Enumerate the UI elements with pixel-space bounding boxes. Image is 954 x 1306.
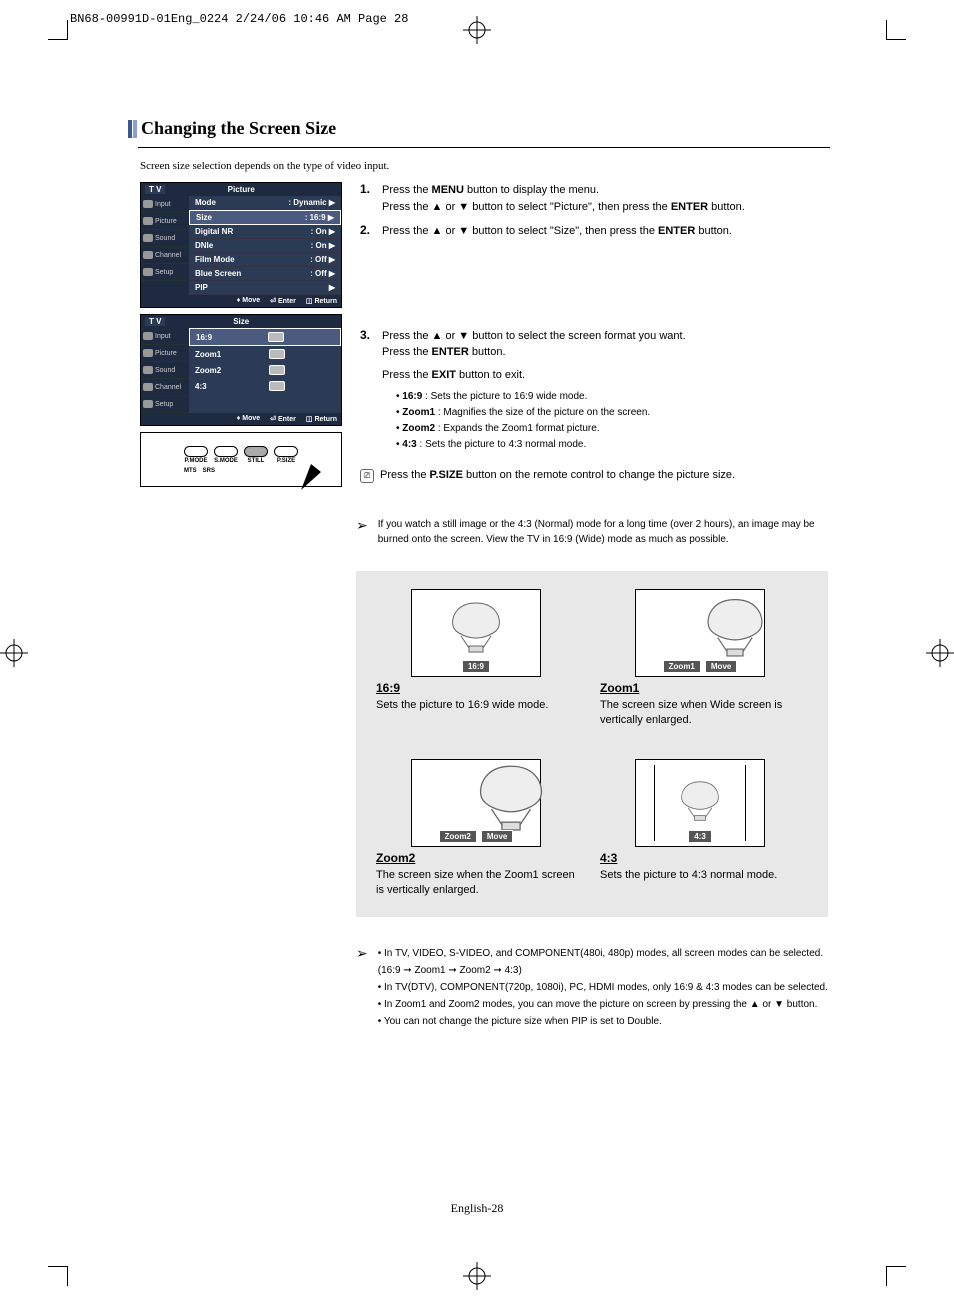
mode-zoom1: Zoom1Move Zoom1 The screen size when Wid…	[600, 589, 800, 729]
note-item: You can not change the picture size when…	[378, 1013, 828, 1030]
balloon-illustration	[695, 594, 776, 657]
mode-examples-box: 16:9 16:9 Sets the picture to 16:9 wide …	[356, 571, 828, 917]
registration-mark	[926, 639, 954, 667]
osd-tv-label: T V	[145, 185, 165, 194]
osd-sidebar: Input Picture Sound Channel Setup	[141, 196, 189, 295]
step-2: 2. Press the ▲ or ▼ button to select "Si…	[360, 223, 828, 240]
osd-sidebar: Input Picture Sound Channel Setup	[141, 328, 189, 413]
mode-zoom2: Zoom2Move Zoom2 The screen size when the…	[376, 759, 576, 899]
registration-mark	[463, 1262, 491, 1290]
bottom-notes: ➢ In TV, VIDEO, S-VIDEO, and COMPONENT(4…	[356, 945, 828, 1030]
page-footer: English-28	[0, 1201, 954, 1216]
osd-title: Size	[165, 317, 317, 326]
chevron-icon: ➢	[356, 945, 368, 1030]
note-item: In Zoom1 and Zoom2 modes, you can move t…	[378, 996, 828, 1013]
registration-mark	[463, 16, 491, 44]
crop-mark	[48, 20, 68, 40]
mode-16-9: 16:9 16:9 Sets the picture to 16:9 wide …	[376, 589, 576, 729]
step-3: 3. Press the ▲ or ▼ button to select the…	[360, 328, 828, 454]
osd-title: Picture	[165, 185, 317, 194]
pointer-arrow-icon	[293, 462, 323, 492]
osd-size-menu: T VSize Input Picture Sound Channel Setu…	[140, 314, 342, 426]
remote-button-icon: ⎚	[360, 469, 374, 483]
balloon-illustration	[673, 772, 728, 827]
title-accent-bar	[128, 120, 132, 138]
burn-in-warning: ➢ If you watch a still image or the 4:3 …	[356, 517, 828, 547]
mode-4-3: 4:3 4:3 Sets the picture to 4:3 normal m…	[600, 759, 800, 899]
intro-text: Screen size selection depends on the typ…	[140, 160, 828, 172]
osd-picture-menu: T VPicture Input Picture Sound Channel S…	[140, 182, 342, 308]
step-1: 1. Press the MENU button to display the …	[360, 182, 828, 215]
print-header: BN68-00991D-01Eng_0224 2/24/06 10:46 AM …	[70, 12, 408, 26]
psize-note: ⎚ Press the P.SIZE button on the remote …	[360, 469, 828, 483]
registration-mark	[0, 639, 28, 667]
note-item: In TV(DTV), COMPONENT(720p, 1080i), PC, …	[378, 979, 828, 996]
chevron-icon: ➢	[356, 517, 368, 547]
remote-diagram: P.MODE S.MODE STILL P.SIZE MTS SRS	[140, 432, 342, 487]
crop-mark	[886, 20, 906, 40]
title-accent-bar	[133, 120, 137, 138]
section-title: Changing the Screen Size	[141, 118, 336, 139]
osd-tv-label: T V	[145, 317, 165, 326]
crop-mark	[886, 1266, 906, 1286]
title-underline	[138, 147, 830, 148]
crop-mark	[48, 1266, 68, 1286]
balloon-illustration	[441, 598, 511, 653]
balloon-illustration	[466, 760, 557, 832]
note-item: In TV, VIDEO, S-VIDEO, and COMPONENT(480…	[378, 945, 828, 979]
